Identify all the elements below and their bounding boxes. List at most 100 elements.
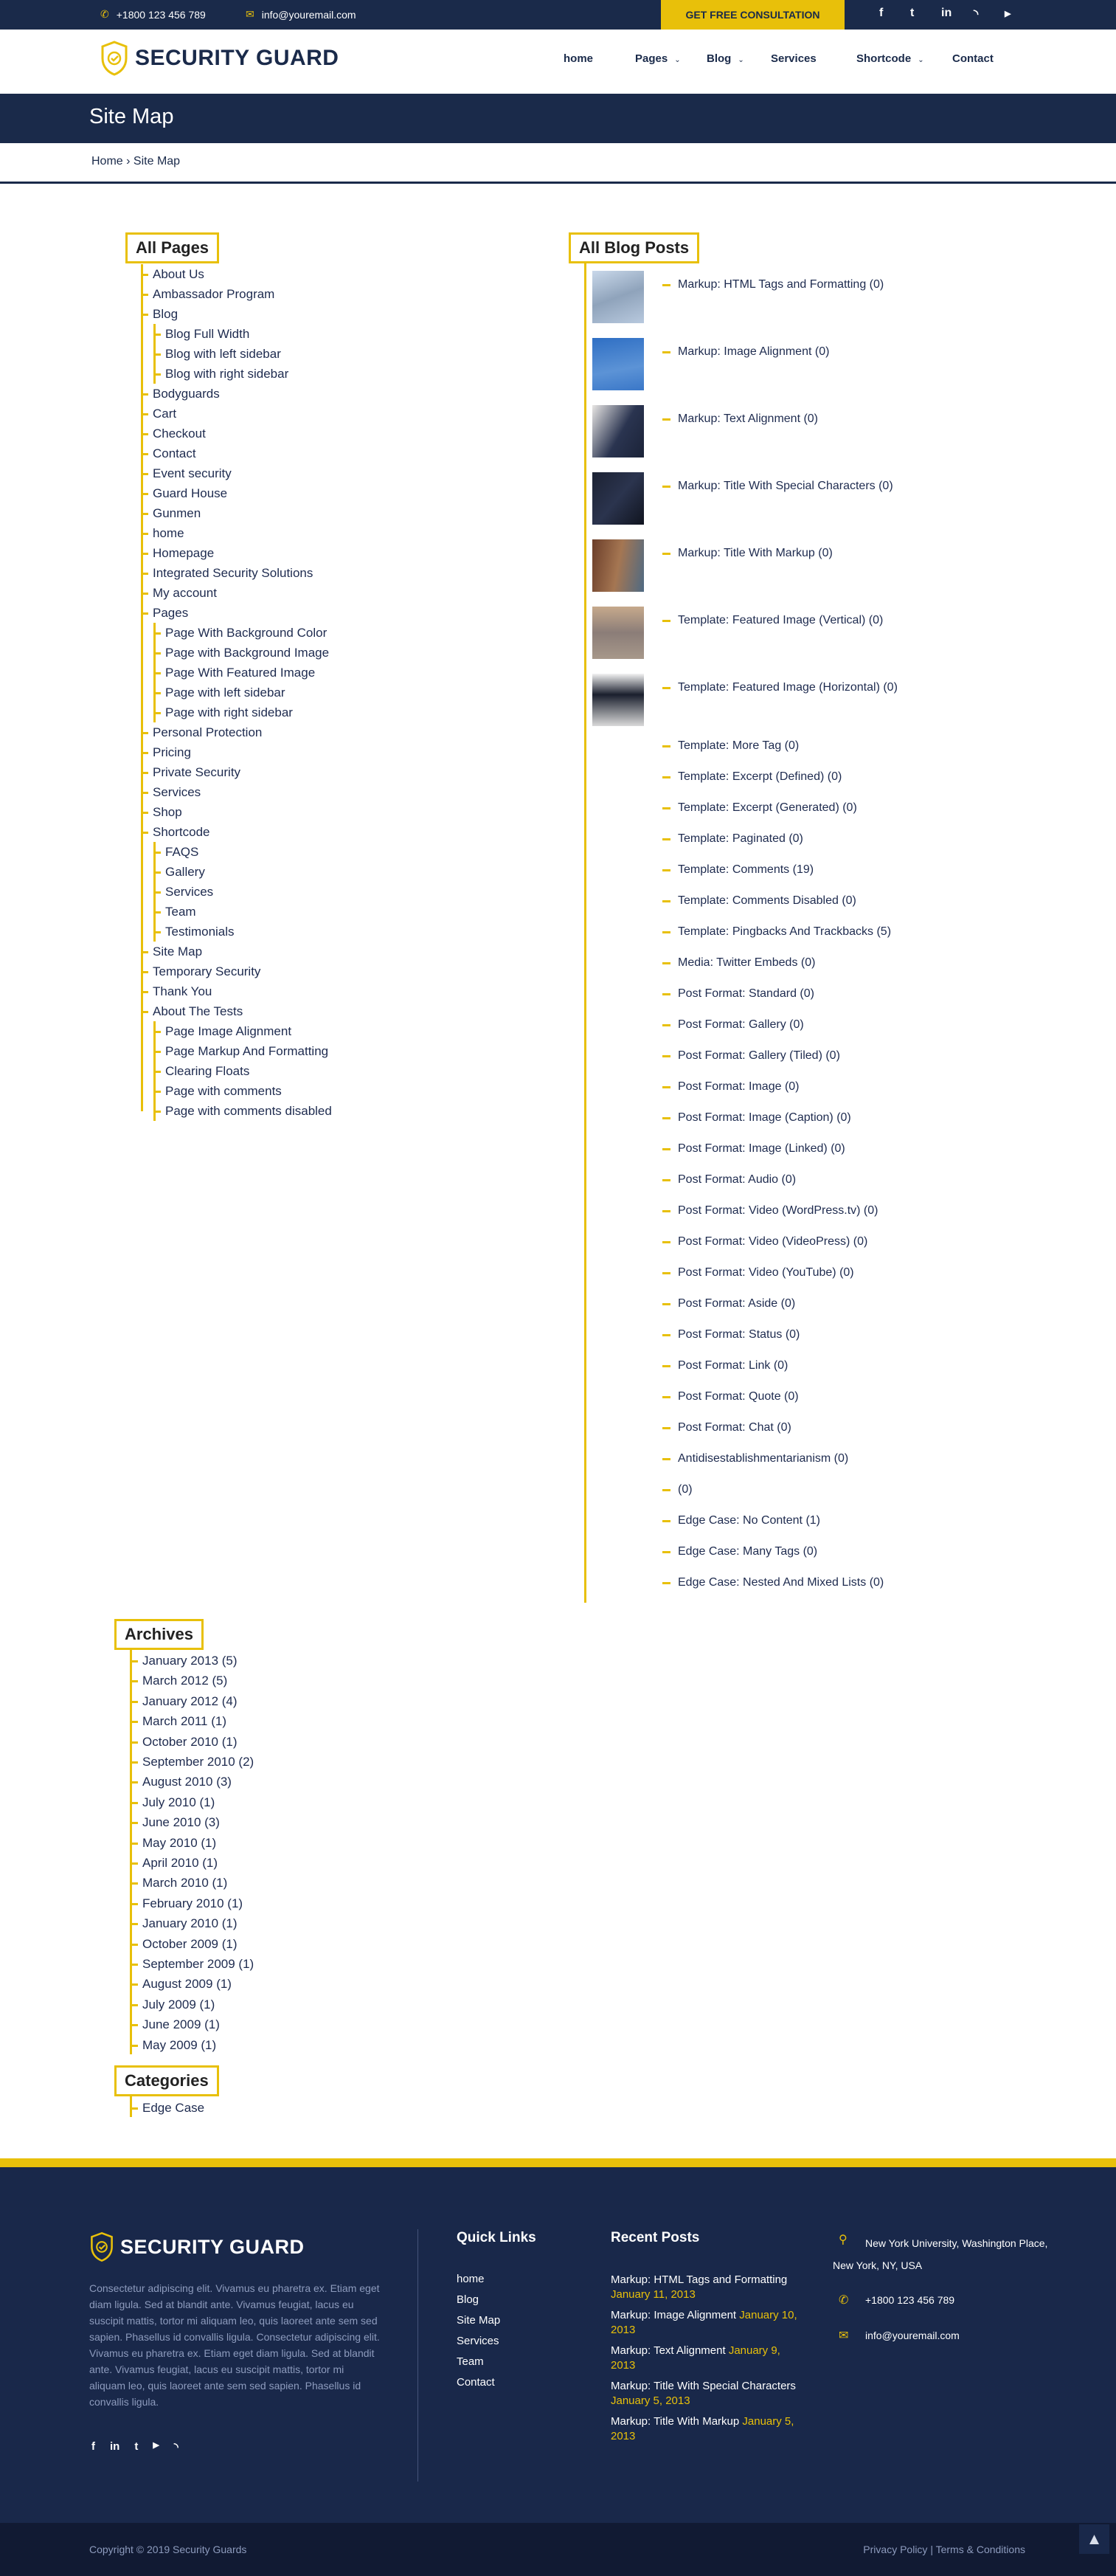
archive-link[interactable]: March 2011 (1) [130, 1711, 226, 1731]
nav-item-pages[interactable]: Pages ⌄ [635, 52, 681, 65]
blog-post-link[interactable]: (0) [662, 1482, 693, 1498]
page-link[interactable]: Services [140, 782, 201, 802]
blog-post-link[interactable]: Post Format: Video (WordPress.tv) (0) [662, 1203, 878, 1219]
page-link[interactable]: Temporary Security [140, 961, 260, 981]
linkedin-icon[interactable]: in [110, 2440, 119, 2454]
blog-post-link[interactable]: Template: Excerpt (Defined) (0) [662, 769, 842, 785]
recent-post[interactable]: Markup: HTML Tags and Formatting January… [611, 2273, 803, 2302]
archive-link[interactable]: January 2012 (4) [131, 1691, 238, 1711]
blog-post-link[interactable]: Media: Twitter Embeds (0) [662, 955, 815, 971]
category-link[interactable]: Edge Case [130, 2098, 204, 2118]
archive-link[interactable]: February 2010 (1) [130, 1893, 243, 1913]
breadcrumb-home[interactable]: Home [91, 155, 123, 168]
page-link[interactable]: FAQS [153, 842, 198, 862]
blog-post-link[interactable]: Template: Featured Image (Horizontal) (0… [662, 680, 898, 696]
archive-link[interactable]: September 2009 (1) [130, 1954, 254, 1974]
page-link[interactable]: Shortcode [141, 822, 210, 842]
archive-link[interactable]: July 2009 (1) [130, 1995, 215, 2014]
blog-post-link[interactable]: Template: Paginated (0) [662, 831, 803, 847]
page-link[interactable]: Guard House [140, 483, 227, 503]
archive-link[interactable]: May 2010 (1) [130, 1833, 216, 1853]
blog-post-link[interactable]: Template: Comments Disabled (0) [662, 893, 856, 909]
nav-item-contact[interactable]: Contact [952, 52, 994, 65]
blog-post-link[interactable]: Template: More Tag (0) [662, 738, 799, 754]
page-link[interactable]: Private Security [140, 762, 240, 782]
archive-link[interactable]: September 2010 (2) [130, 1752, 254, 1772]
archive-link[interactable]: June 2010 (3) [131, 1812, 220, 1832]
page-link[interactable]: Testimonials [153, 922, 235, 942]
page-link[interactable]: Page with comments [153, 1081, 282, 1101]
blog-post-link[interactable]: Template: Comments (19) [662, 862, 814, 878]
archive-link[interactable]: July 2010 (1) [130, 1792, 215, 1812]
post-thumbnail[interactable] [592, 338, 644, 390]
page-link[interactable]: Clearing Floats [153, 1061, 249, 1081]
page-link[interactable]: Services [153, 882, 213, 902]
privacy-policy-link[interactable]: Privacy Policy [863, 2544, 927, 2555]
facebook-icon[interactable]: f [91, 2440, 95, 2454]
blog-post-link[interactable]: Post Format: Audio (0) [662, 1172, 796, 1188]
nav-item-home[interactable]: home [564, 52, 593, 65]
blog-post-link[interactable]: Post Format: Image (Linked) (0) [662, 1141, 845, 1157]
rss-icon[interactable]: ◝ [174, 2440, 179, 2454]
linkedin-icon[interactable]: in [941, 7, 952, 20]
blog-post-link[interactable]: Template: Pingbacks And Trackbacks (5) [662, 924, 891, 940]
page-link[interactable]: Page Image Alignment [153, 1021, 291, 1041]
blog-post-link[interactable]: Post Format: Quote (0) [662, 1389, 799, 1405]
youtube-icon[interactable]: ▶ [153, 2440, 159, 2454]
blog-post-link[interactable]: Post Format: Gallery (Tiled) (0) [662, 1048, 840, 1064]
page-link[interactable]: My account [141, 583, 217, 603]
blog-post-link[interactable]: Post Format: Standard (0) [662, 986, 814, 1002]
blog-post-link[interactable]: Markup: Image Alignment (0) [662, 344, 829, 360]
footer-email[interactable]: info@youremail.com [865, 2330, 960, 2341]
page-link[interactable]: Gunmen [140, 503, 201, 523]
post-thumbnail[interactable] [592, 607, 644, 659]
archive-link[interactable]: October 2009 (1) [131, 1934, 238, 1954]
page-link[interactable]: Event security [141, 463, 232, 483]
post-thumbnail[interactable] [592, 271, 644, 323]
page-link[interactable]: Site Map [140, 942, 202, 961]
blog-post-link[interactable]: Post Format: Status (0) [662, 1327, 800, 1343]
page-link[interactable]: Blog Full Width [153, 324, 249, 344]
post-thumbnail[interactable] [592, 472, 644, 525]
footer-link-site-map[interactable]: Site Map [457, 2314, 500, 2327]
page-link[interactable]: About Us [141, 264, 204, 284]
page-link[interactable]: Page with Background Image [153, 643, 329, 663]
post-thumbnail[interactable] [592, 539, 644, 592]
blog-post-link[interactable]: Post Format: Video (YouTube) (0) [662, 1265, 854, 1281]
page-link[interactable]: Page With Featured Image [153, 663, 315, 683]
twitter-icon[interactable]: t [134, 2440, 138, 2454]
footer-link-blog[interactable]: Blog [457, 2293, 479, 2306]
recent-post[interactable]: Markup: Title With Markup January 5, 201… [611, 2414, 803, 2444]
recent-post[interactable]: Markup: Text Alignment January 9, 2013 [611, 2344, 803, 2373]
blog-post-link[interactable]: Edge Case: No Content (1) [662, 1513, 820, 1529]
page-link[interactable]: Cart [140, 404, 176, 424]
blog-post-link[interactable]: Template: Featured Image (Vertical) (0) [662, 612, 883, 629]
post-thumbnail[interactable] [592, 405, 644, 457]
recent-post[interactable]: Markup: Image Alignment January 10, 2013 [611, 2308, 803, 2338]
page-link[interactable]: Bodyguards [141, 384, 220, 404]
blog-post-link[interactable]: Markup: Text Alignment (0) [662, 411, 818, 427]
blog-post-link[interactable]: Markup: Title With Special Characters (0… [662, 478, 893, 494]
page-link[interactable]: Blog with left sidebar [153, 344, 281, 364]
page-link[interactable]: Thank You [140, 981, 212, 1001]
blog-post-link[interactable]: Antidisestablishmentarianism (0) [662, 1451, 848, 1467]
page-link[interactable]: About The Tests [140, 1001, 243, 1021]
page-link[interactable]: Page with left sidebar [153, 683, 285, 702]
nav-item-shortcode[interactable]: Shortcode ⌄ [856, 52, 924, 65]
page-link[interactable]: Integrated Security Solutions [140, 563, 313, 583]
blog-post-link[interactable]: Post Format: Image (Caption) (0) [662, 1110, 851, 1126]
page-link[interactable]: Pricing [141, 742, 191, 762]
page-link[interactable]: Blog [140, 304, 178, 324]
archive-link[interactable]: October 2010 (1) [131, 1732, 238, 1752]
rss-icon[interactable]: ◝ [974, 7, 978, 21]
page-link[interactable]: Gallery [153, 862, 205, 882]
post-thumbnail[interactable] [592, 674, 644, 726]
blog-post-link[interactable]: Post Format: Aside (0) [662, 1296, 795, 1312]
page-link[interactable]: Page Markup And Formatting [153, 1041, 328, 1061]
blog-post-link[interactable]: Markup: HTML Tags and Formatting (0) [662, 277, 884, 293]
blog-post-link[interactable]: Edge Case: Many Tags (0) [662, 1544, 817, 1560]
footer-link-team[interactable]: Team [457, 2355, 484, 2368]
archive-link[interactable]: March 2012 (5) [130, 1671, 227, 1691]
page-link[interactable]: Pages [140, 603, 188, 623]
footer-link-contact[interactable]: Contact [457, 2376, 495, 2389]
